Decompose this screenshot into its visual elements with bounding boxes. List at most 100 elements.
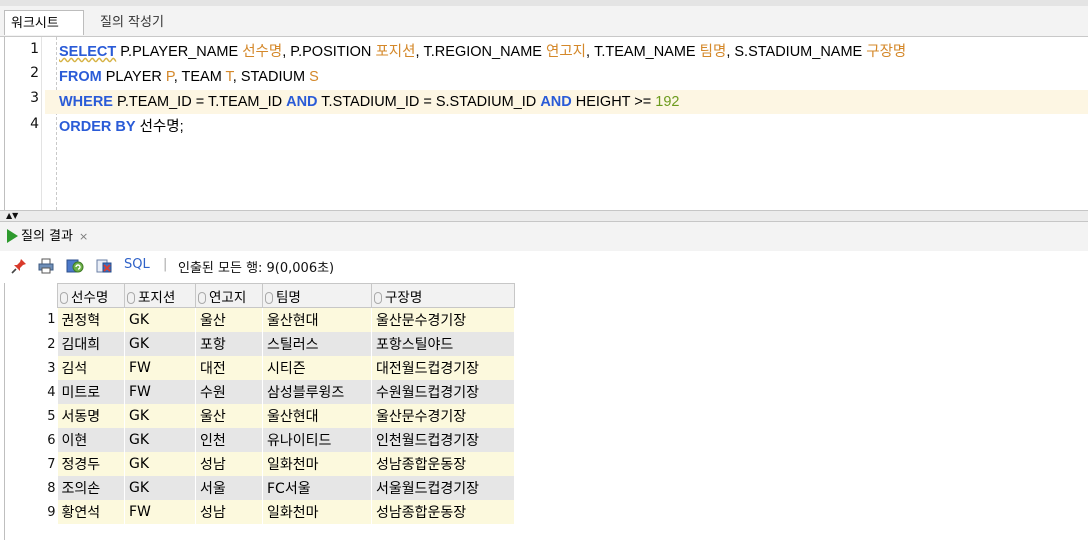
table-row[interactable]: 5 서동명 GK 울산 울산현대 울산문수경기장: [5, 404, 515, 428]
sql-text: P.PLAYER_NAME: [116, 44, 243, 60]
table-cell[interactable]: 조의손: [57, 476, 125, 500]
line-number: 3: [30, 90, 39, 106]
table-cell[interactable]: 시티즌: [262, 356, 372, 380]
table-cell[interactable]: 울산현대: [262, 307, 372, 332]
column-alias: 구장명: [866, 44, 907, 60]
table-cell[interactable]: 성남: [195, 452, 263, 476]
fetch-status: 인출된 모든 행: 9(0,006초): [178, 261, 335, 276]
table-cell[interactable]: FC서울: [262, 476, 372, 500]
keyword-where: WHERE: [59, 94, 113, 110]
table-cell[interactable]: 인천: [195, 428, 263, 452]
result-toolbar: SQL | 인출된 모든 행: 9(0,006초): [0, 251, 1088, 281]
table-cell[interactable]: 포항: [195, 332, 263, 356]
table-cell[interactable]: 수원월드컵경기장: [371, 380, 515, 404]
table-cell[interactable]: GK: [124, 332, 196, 356]
column-header-label: 구장명: [385, 289, 423, 306]
export-icon[interactable]: [95, 257, 113, 275]
table-cell[interactable]: 대전월드컵경기장: [371, 356, 515, 380]
table-cell[interactable]: 이현: [57, 428, 125, 452]
table-cell[interactable]: 김대희: [57, 332, 125, 356]
collapse-arrows-icon[interactable]: ▲▼: [6, 212, 18, 220]
column-header[interactable]: 포지션: [124, 283, 196, 308]
table-cell[interactable]: 수원: [195, 380, 263, 404]
table-row[interactable]: 4 미트로 FW 수원 삼성블루윙즈 수원월드컵경기장: [5, 380, 515, 404]
row-number: 5: [5, 404, 58, 428]
tab-query-builder[interactable]: 질의 작성기: [100, 10, 164, 35]
table-cell[interactable]: 대전: [195, 356, 263, 380]
column-header-label: 팀명: [276, 289, 301, 306]
table-cell[interactable]: 김석: [57, 356, 125, 380]
table-cell[interactable]: 삼성블루윙즈: [262, 380, 372, 404]
sort-icon: [127, 291, 135, 304]
table-cell[interactable]: FW: [124, 356, 196, 380]
tab-worksheet[interactable]: 워크시트: [4, 10, 84, 35]
sql-link[interactable]: SQL: [124, 257, 150, 272]
table-cell[interactable]: 서동명: [57, 404, 125, 428]
table-cell[interactable]: GK: [124, 404, 196, 428]
table-cell[interactable]: 울산문수경기장: [371, 307, 515, 332]
column-header[interactable]: 선수명: [57, 283, 125, 308]
column-header[interactable]: 구장명: [371, 283, 515, 308]
table-cell[interactable]: 인천월드컵경기장: [371, 428, 515, 452]
row-number: 7: [5, 452, 58, 476]
table-cell[interactable]: 유나이티드: [262, 428, 372, 452]
table-cell[interactable]: 성남종합운동장: [371, 500, 515, 524]
column-alias: 포지션: [375, 44, 416, 60]
table-row[interactable]: 7 정경두 GK 성남 일화천마 성남종합운동장: [5, 452, 515, 476]
sql-line-1[interactable]: SELECT P.PLAYER_NAME 선수명, P.POSITION 포지션…: [59, 40, 906, 64]
table-cell[interactable]: 울산문수경기장: [371, 404, 515, 428]
table-cell[interactable]: GK: [124, 476, 196, 500]
table-cell[interactable]: 권정혁: [57, 307, 125, 332]
table-cell[interactable]: 정경두: [57, 452, 125, 476]
sql-line-3-current[interactable]: WHERE P.TEAM_ID = T.TEAM_ID AND T.STADIU…: [45, 90, 1088, 114]
table-cell[interactable]: GK: [124, 452, 196, 476]
result-tab-bar: 질의 결과 ×: [0, 222, 1088, 252]
line-number: 2: [30, 65, 39, 81]
result-grid[interactable]: 선수명 포지션 연고지 팀명 구장명 1 권정혁 GK 울산 울산현대 울산문수…: [4, 283, 1088, 540]
table-cell[interactable]: 일화천마: [262, 500, 372, 524]
table-row[interactable]: 9 황연석 FW 성남 일화천마 성남종합운동장: [5, 500, 515, 524]
editor-tab-bar: 워크시트 질의 작성기: [0, 6, 1088, 37]
tab-query-result[interactable]: 질의 결과 ×: [3, 225, 88, 249]
column-header[interactable]: 팀명: [262, 283, 372, 308]
sort-icon: [198, 291, 206, 304]
refresh-icon[interactable]: [66, 257, 84, 275]
fold-guide: [56, 37, 57, 210]
keyword-and: AND: [540, 94, 572, 110]
keyword-order-by: ORDER BY: [59, 119, 136, 135]
sql-line-4[interactable]: ORDER BY 선수명;: [59, 115, 184, 139]
sql-line-2[interactable]: FROM PLAYER P, TEAM T, STADIUM S: [59, 65, 319, 89]
run-triangle-icon: [7, 228, 18, 243]
table-cell[interactable]: 일화천마: [262, 452, 372, 476]
table-cell[interactable]: GK: [124, 307, 196, 332]
table-cell[interactable]: 성남: [195, 500, 263, 524]
table-cell[interactable]: 황연석: [57, 500, 125, 524]
table-row[interactable]: 1 권정혁 GK 울산 울산현대 울산문수경기장: [5, 307, 515, 332]
table-cell[interactable]: 울산: [195, 307, 263, 332]
table-cell[interactable]: 성남종합운동장: [371, 452, 515, 476]
toolbar-separator: |: [163, 257, 168, 272]
table-cell[interactable]: GK: [124, 428, 196, 452]
print-icon[interactable]: [37, 257, 55, 275]
table-cell[interactable]: 미트로: [57, 380, 125, 404]
table-cell[interactable]: 스틸러스: [262, 332, 372, 356]
column-header-label: 연고지: [209, 289, 247, 306]
table-cell[interactable]: FW: [124, 380, 196, 404]
sql-editor[interactable]: 1 2 3 4 SELECT P.PLAYER_NAME 선수명, P.POSI…: [4, 37, 1088, 210]
close-tab-icon[interactable]: ×: [79, 230, 88, 243]
table-cell[interactable]: FW: [124, 500, 196, 524]
pane-splitter[interactable]: ▲▼: [0, 210, 1088, 222]
table-cell[interactable]: 포항스틸야드: [371, 332, 515, 356]
table-row[interactable]: 2 김대희 GK 포항 스틸러스 포항스틸야드: [5, 332, 515, 356]
column-header[interactable]: 연고지: [195, 283, 263, 308]
table-cell[interactable]: 서울월드컵경기장: [371, 476, 515, 500]
pin-icon[interactable]: [10, 257, 28, 275]
table-cell[interactable]: 울산현대: [262, 404, 372, 428]
column-alias: 선수명: [242, 44, 283, 60]
table-cell[interactable]: 서울: [195, 476, 263, 500]
table-row[interactable]: 3 김석 FW 대전 시티즌 대전월드컵경기장: [5, 356, 515, 380]
table-cell[interactable]: 울산: [195, 404, 263, 428]
table-row[interactable]: 6 이현 GK 인천 유나이티드 인천월드컵경기장: [5, 428, 515, 452]
table-row[interactable]: 8 조의손 GK 서울 FC서울 서울월드컵경기장: [5, 476, 515, 500]
row-number: 8: [5, 476, 58, 500]
